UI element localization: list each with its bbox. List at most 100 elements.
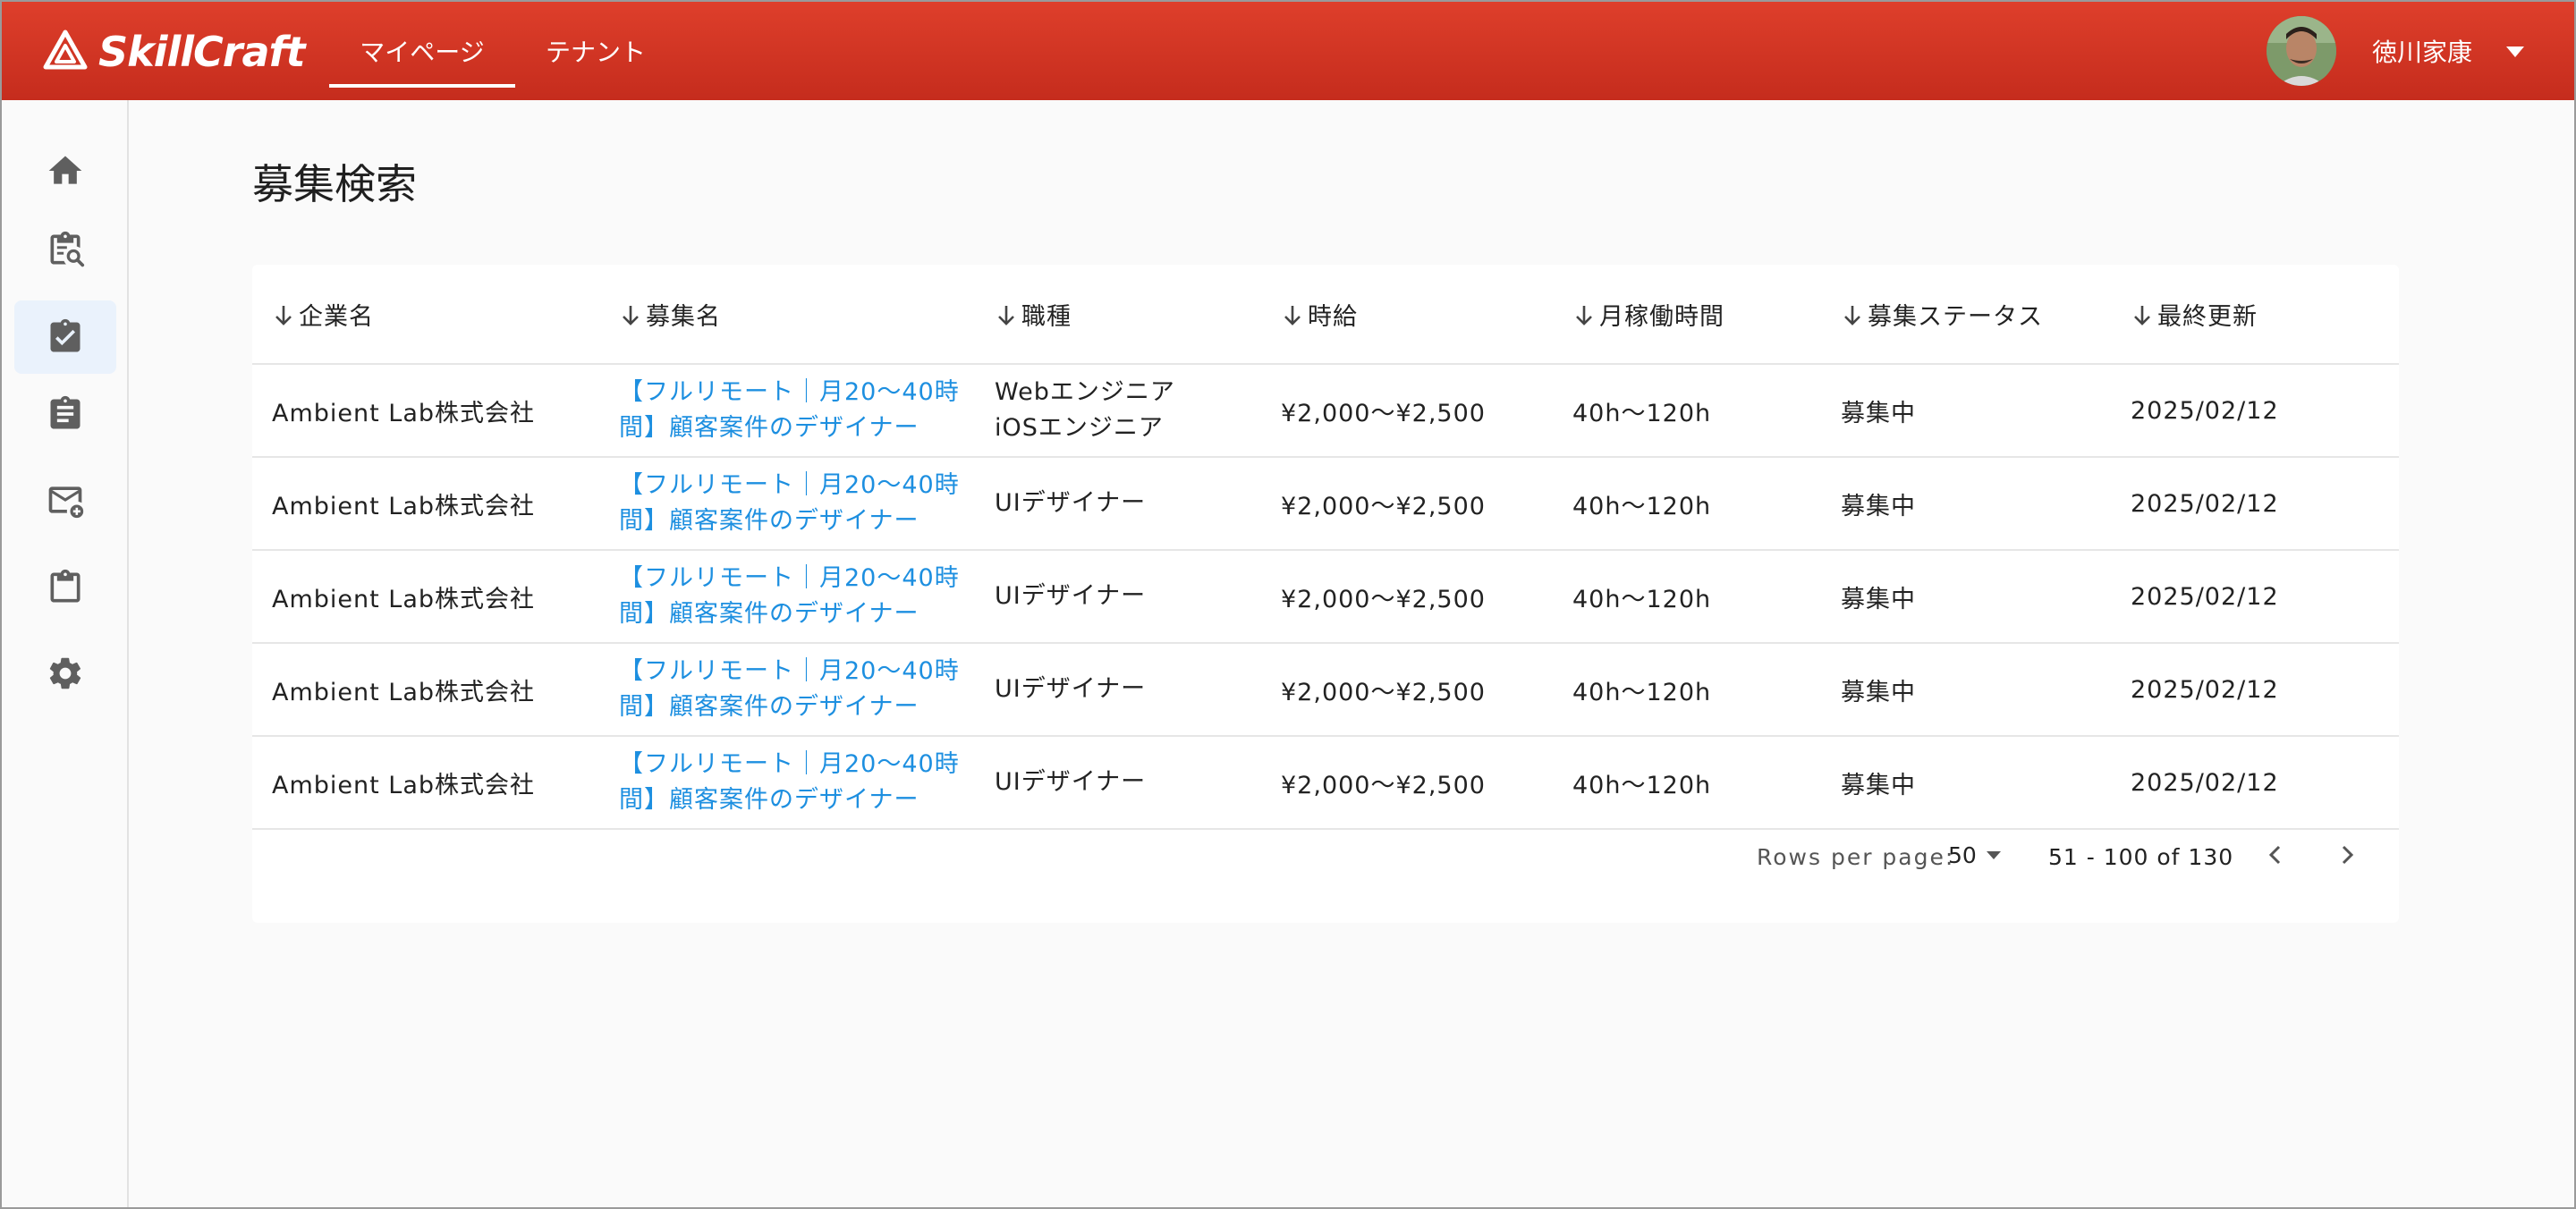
job-title-link[interactable]: 【フルリモート｜月20〜40時間】顧客案件のデザイナー bbox=[619, 747, 975, 818]
cell-title: 【フルリモート｜月20〜40時間】顧客案件のデザイナー bbox=[599, 457, 975, 551]
cell-job-type: UIデザイナー bbox=[975, 550, 1261, 644]
cell-updated: 2025/02/12 bbox=[2111, 364, 2399, 458]
table-row[interactable]: Ambient Lab株式会社 【フルリモート｜月20〜40時間】顧客案件のデザ… bbox=[252, 457, 2399, 551]
job-title-link[interactable]: 【フルリモート｜月20〜40時間】顧客案件のデザイナー bbox=[619, 561, 975, 632]
table-row[interactable]: Ambient Lab株式会社 【フルリモート｜月20〜40時間】顧客案件のデザ… bbox=[252, 550, 2399, 644]
app-header: SkillCraft マイページ テナント 徳川家康 bbox=[2, 2, 2574, 100]
chevron-left-icon bbox=[2268, 845, 2281, 865]
column-header-job-type[interactable]: 職種 bbox=[975, 265, 1261, 365]
job-type-text: UIデザイナー bbox=[995, 489, 1147, 517]
pagination-range: 51 - 100 of 130 bbox=[2048, 844, 2234, 870]
previous-page-button[interactable] bbox=[2256, 835, 2295, 875]
column-header-company[interactable]: 企業名 bbox=[252, 265, 599, 365]
table-header-row: 企業名 募集名 職種 時給 月稼働時間 募集ステータス 最終更新 bbox=[252, 265, 2399, 365]
column-header-updated[interactable]: 最終更新 bbox=[2111, 265, 2399, 365]
cell-status: 募集中 bbox=[1821, 736, 2111, 830]
avatar-photo bbox=[2267, 16, 2336, 86]
arrow-down-icon bbox=[1576, 305, 1592, 326]
job-type-text: iOSエンジニア bbox=[995, 414, 1164, 442]
clipboard-icon bbox=[50, 569, 80, 603]
cell-company: Ambient Lab株式会社 bbox=[252, 736, 599, 830]
cell-company: Ambient Lab株式会社 bbox=[252, 457, 599, 551]
clipboard-search-icon bbox=[50, 231, 85, 267]
job-type-text: Webエンジニア bbox=[995, 378, 1175, 406]
sidebar-item-settings[interactable] bbox=[14, 637, 116, 710]
cell-company: Ambient Lab株式会社 bbox=[252, 364, 599, 458]
chevron-down-icon[interactable] bbox=[2503, 41, 2528, 63]
cell-wage: ¥2,000〜¥2,500 bbox=[1261, 457, 1553, 551]
cell-wage: ¥2,000〜¥2,500 bbox=[1261, 550, 1553, 644]
cell-job-type: UIデザイナー bbox=[975, 457, 1261, 551]
cell-wage: ¥2,000〜¥2,500 bbox=[1261, 364, 1553, 458]
tab-mypage[interactable]: マイページ bbox=[329, 2, 515, 100]
cell-company: Ambient Lab株式会社 bbox=[252, 643, 599, 737]
caret-down-icon bbox=[1986, 851, 2001, 859]
avatar[interactable] bbox=[2267, 16, 2336, 86]
cell-title: 【フルリモート｜月20〜40時間】顧客案件のデザイナー bbox=[599, 736, 975, 830]
clipboard-text-icon bbox=[50, 395, 80, 429]
next-page-button[interactable] bbox=[2327, 835, 2367, 875]
sidebar bbox=[2, 100, 129, 1207]
arrow-down-icon bbox=[623, 305, 639, 326]
job-title-link[interactable]: 【フルリモート｜月20〜40時間】顧客案件のデザイナー bbox=[619, 654, 975, 725]
cell-hours: 40h〜120h bbox=[1553, 364, 1821, 458]
cell-updated: 2025/02/12 bbox=[2111, 643, 2399, 737]
tab-tenant[interactable]: テナント bbox=[515, 2, 676, 100]
cell-updated: 2025/02/12 bbox=[2111, 550, 2399, 644]
gear-icon bbox=[49, 657, 81, 689]
table-row[interactable]: Ambient Lab株式会社 【フルリモート｜月20〜40時間】顧客案件のデザ… bbox=[252, 643, 2399, 737]
arrow-down-icon bbox=[1284, 305, 1301, 326]
column-header-hours[interactable]: 月稼働時間 bbox=[1553, 265, 1821, 365]
cell-job-type: Webエンジニア iOSエンジニア bbox=[975, 364, 1261, 458]
table-row[interactable]: Ambient Lab株式会社 【フルリモート｜月20〜40時間】顧客案件のデザ… bbox=[252, 736, 2399, 830]
rows-per-page-select[interactable]: 50 bbox=[1948, 837, 2005, 873]
sidebar-item-messages[interactable] bbox=[14, 463, 116, 537]
chevron-right-icon bbox=[2342, 845, 2354, 865]
cell-title: 【フルリモート｜月20〜40時間】顧客案件のデザイナー bbox=[599, 364, 975, 458]
home-icon bbox=[48, 156, 82, 184]
arrow-down-icon bbox=[1844, 305, 1860, 326]
arrow-down-icon bbox=[275, 305, 292, 326]
job-title-link[interactable]: 【フルリモート｜月20〜40時間】顧客案件のデザイナー bbox=[619, 468, 975, 539]
cell-hours: 40h〜120h bbox=[1553, 457, 1821, 551]
rows-per-page-label: Rows per page: bbox=[1757, 844, 1955, 870]
cell-hours: 40h〜120h bbox=[1553, 550, 1821, 644]
cell-wage: ¥2,000〜¥2,500 bbox=[1261, 643, 1553, 737]
cell-company: Ambient Lab株式会社 bbox=[252, 550, 599, 644]
arrow-down-icon bbox=[998, 305, 1014, 326]
cell-wage: ¥2,000〜¥2,500 bbox=[1261, 736, 1553, 830]
cell-title: 【フルリモート｜月20〜40時間】顧客案件のデザイナー bbox=[599, 550, 975, 644]
job-type-text: UIデザイナー bbox=[995, 675, 1147, 703]
user-name[interactable]: 徳川家康 bbox=[2372, 2, 2472, 100]
cell-title: 【フルリモート｜月20〜40時間】顧客案件のデザイナー bbox=[599, 643, 975, 737]
cell-updated: 2025/02/12 bbox=[2111, 457, 2399, 551]
sidebar-item-clipboard[interactable] bbox=[14, 551, 116, 624]
arrow-down-icon bbox=[2134, 305, 2150, 326]
cell-hours: 40h〜120h bbox=[1553, 643, 1821, 737]
cell-status: 募集中 bbox=[1821, 457, 2111, 551]
column-header-title[interactable]: 募集名 bbox=[599, 265, 975, 365]
sidebar-item-recruit-check[interactable] bbox=[14, 300, 116, 374]
logo-text: SkillCraft bbox=[98, 28, 306, 76]
job-type-text: UIデザイナー bbox=[995, 582, 1147, 610]
logo[interactable]: SkillCraft bbox=[41, 27, 306, 77]
sidebar-item-recruit-search[interactable] bbox=[14, 213, 116, 286]
sidebar-item-home[interactable] bbox=[14, 134, 116, 207]
cell-status: 募集中 bbox=[1821, 550, 2111, 644]
skillcraft-logo-icon bbox=[43, 30, 88, 70]
cell-updated: 2025/02/12 bbox=[2111, 736, 2399, 830]
recruit-table: 企業名 募集名 職種 時給 月稼働時間 募集ステータス 最終更新 Ambient… bbox=[252, 265, 2399, 830]
column-header-wage[interactable]: 時給 bbox=[1261, 265, 1553, 365]
cell-hours: 40h〜120h bbox=[1553, 736, 1821, 830]
job-title-link[interactable]: 【フルリモート｜月20〜40時間】顧客案件のデザイナー bbox=[619, 375, 975, 446]
clipboard-check-icon bbox=[50, 318, 80, 352]
cell-job-type: UIデザイナー bbox=[975, 643, 1261, 737]
results-card: 企業名 募集名 職種 時給 月稼働時間 募集ステータス 最終更新 Ambient… bbox=[252, 265, 2399, 923]
cell-status: 募集中 bbox=[1821, 643, 2111, 737]
mail-add-icon bbox=[48, 486, 84, 519]
sidebar-item-assignments[interactable] bbox=[14, 377, 116, 451]
page-title: 募集検索 bbox=[252, 160, 417, 208]
column-header-status[interactable]: 募集ステータス bbox=[1821, 265, 2111, 365]
table-row[interactable]: Ambient Lab株式会社 【フルリモート｜月20〜40時間】顧客案件のデザ… bbox=[252, 364, 2399, 458]
job-type-text: UIデザイナー bbox=[995, 768, 1147, 796]
